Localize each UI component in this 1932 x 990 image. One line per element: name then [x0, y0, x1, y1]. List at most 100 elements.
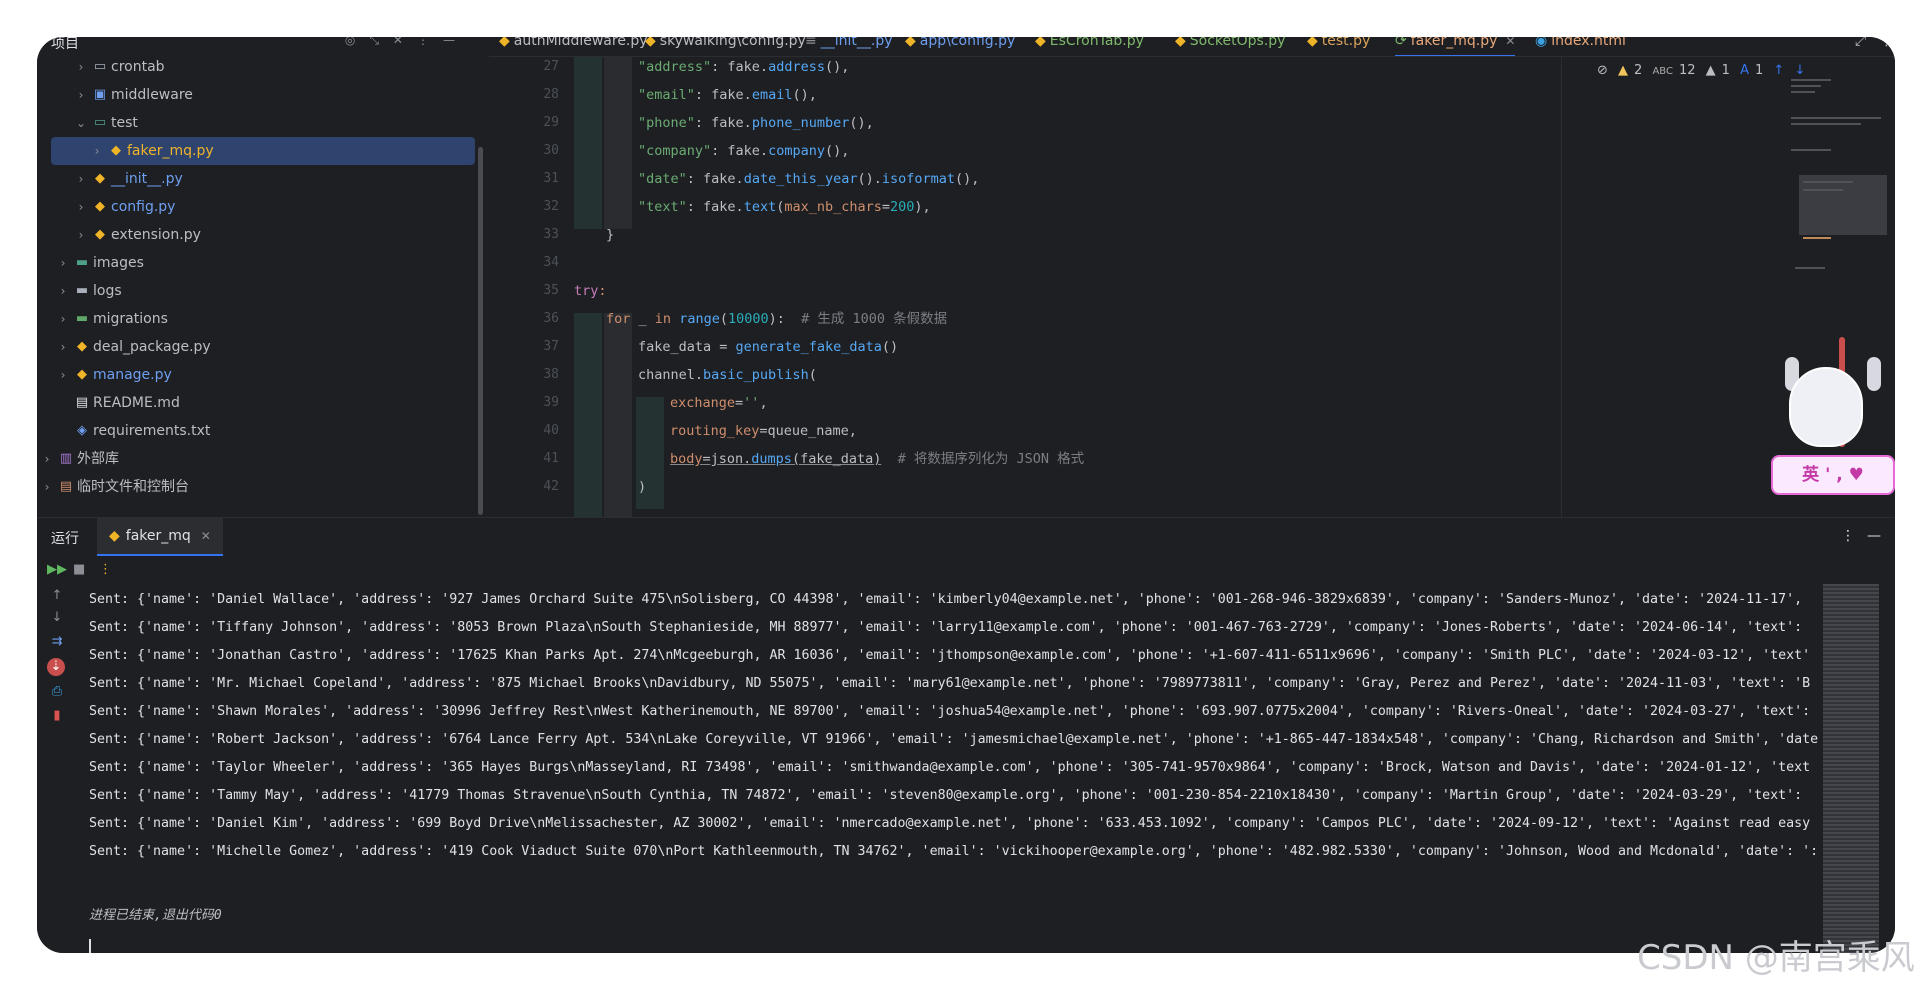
scroll-to-end-icon[interactable]: ⇣: [47, 658, 65, 676]
python-file-icon: ◆: [77, 367, 87, 382]
print-icon[interactable]: ⎙: [47, 684, 67, 699]
line-number: 31: [543, 171, 559, 186]
run-tab-faker-mq[interactable]: ◆ faker_mq ✕: [97, 518, 223, 556]
chevron-right-icon[interactable]: ›: [75, 221, 87, 249]
code-line-41: body=json.dumps(fake_data) # 将数据序列化为 JSO…: [670, 451, 1085, 467]
project-panel-title[interactable]: 项目: [51, 37, 79, 53]
folder-icon: ▬: [75, 311, 89, 326]
tree-item-label: 临时文件和控制台: [77, 479, 189, 495]
mascot-widget[interactable]: 英 ' , ♥: [1771, 357, 1895, 512]
tree-item-middleware[interactable]: › ▣ middleware: [37, 81, 477, 109]
chevron-right-icon[interactable]: ›: [41, 445, 53, 473]
line-number: 29: [543, 115, 559, 130]
info-icon: A: [1740, 63, 1749, 78]
tree-item-extension[interactable]: › ◆ extension.py: [37, 221, 477, 249]
minimap-line: [1803, 237, 1831, 239]
tree-item-deal-package[interactable]: › ◆ deal_package.py: [37, 333, 477, 361]
tab-app-config[interactable]: ◆ app\config.py: [905, 37, 1015, 56]
tree-item-logs[interactable]: › ▬ logs: [37, 277, 477, 305]
chevron-right-icon[interactable]: ›: [91, 137, 103, 165]
chevron-right-icon[interactable]: ›: [57, 305, 69, 333]
eye-off-icon[interactable]: ⊘: [1597, 63, 1608, 78]
tab-skywalking-config[interactable]: ◆ skywalking\config.py: [645, 37, 806, 56]
tree-item-test[interactable]: ⌄ ▭ test: [37, 109, 477, 137]
tab-init[interactable]: ≡ __init__.py: [805, 37, 893, 56]
weak-warning-count: 1: [1721, 63, 1730, 78]
code-area[interactable]: "address": fake.address(), "email": fake…: [574, 57, 1534, 517]
trash-icon[interactable]: ▮: [47, 708, 67, 723]
line-number: 30: [543, 143, 559, 158]
tabs-more-button[interactable]: ⤢ ⋮: [1855, 37, 1894, 56]
stop-icon[interactable]: ■: [73, 562, 85, 577]
chevron-right-icon[interactable]: ›: [75, 81, 87, 109]
chevron-right-icon[interactable]: ›: [57, 333, 69, 361]
minimize-icon[interactable]: —: [1867, 528, 1881, 544]
mascot-bubble[interactable]: 英 ' , ♥: [1771, 455, 1895, 495]
tree-scrollbar[interactable]: [478, 147, 483, 515]
package-icon: ▣: [93, 87, 107, 102]
close-icon[interactable]: ✕: [1505, 37, 1515, 48]
line-number: 28: [543, 87, 559, 102]
tree-item-label: config.py: [111, 199, 176, 215]
text-file-icon: ◈: [77, 423, 87, 438]
tab-auth-middleware[interactable]: ◆ authMiddleware.py: [499, 37, 648, 56]
close-icon[interactable]: ✕: [201, 529, 211, 543]
arrow-down-icon[interactable]: ↓: [1794, 63, 1805, 78]
tab-socketops[interactable]: ◆ SocketOps.py: [1175, 37, 1285, 56]
right-margin-guide: [1561, 57, 1562, 517]
soft-wrap-icon[interactable]: ⇉: [47, 634, 67, 649]
chevron-right-icon[interactable]: ›: [75, 193, 87, 221]
chevron-right-icon[interactable]: ›: [57, 277, 69, 305]
code-line-36: for _ in range(10000): # 生成 1000 条假数据: [606, 311, 948, 327]
tree-item-scratches[interactable]: › ▤ 临时文件和控制台: [37, 473, 477, 501]
tree-item-readme[interactable]: ▤ README.md: [37, 389, 477, 417]
chevron-right-icon[interactable]: ›: [75, 165, 87, 193]
more-options-icon[interactable]: ⋮: [1841, 528, 1855, 544]
code-line-32: "text": fake.text(max_nb_chars=200),: [638, 199, 931, 215]
console-line: Sent: {'name': 'Michelle Gomez', 'addres…: [89, 844, 1819, 859]
tab-label: __init__.py: [820, 37, 893, 49]
chevron-down-icon[interactable]: ⌄: [75, 109, 87, 137]
code-minimap[interactable]: [1789, 77, 1889, 277]
tab-index-html[interactable]: ◉ index.html: [1535, 37, 1626, 56]
tree-item-crontab[interactable]: › ▭ crontab: [37, 53, 477, 81]
editor-tabs: ◆ authMiddleware.py ◆ skywalking\config.py…: [489, 37, 1895, 57]
tree-item-manage[interactable]: › ◆ manage.py: [37, 361, 477, 389]
chevron-right-icon[interactable]: ›: [75, 53, 87, 81]
run-panel-title[interactable]: 运行: [51, 528, 79, 548]
tree-item-external-libs[interactable]: › ▥ 外部库: [37, 445, 477, 473]
python-file-icon: ◆: [905, 37, 916, 49]
horn-right: [1867, 357, 1881, 391]
line-number: 37: [543, 339, 559, 354]
inspection-widget[interactable]: ⊘ ▲ 2 ABC 12 ▲ 1 A1 ↑ ↓: [1597, 63, 1811, 83]
tab-test[interactable]: ◆ test.py: [1307, 37, 1370, 56]
chevron-right-icon[interactable]: ›: [57, 361, 69, 389]
chevron-right-icon[interactable]: ›: [41, 473, 53, 501]
markdown-file-icon: ▤: [75, 395, 89, 410]
code-editor[interactable]: 27 28 29 30 31 32 33 34 35 36 37 38 39 4…: [489, 57, 1895, 517]
more-options-icon[interactable]: ⋮: [99, 562, 112, 577]
tree-item-migrations[interactable]: › ▬ migrations: [37, 305, 477, 333]
tree-item-init[interactable]: › ◆ __init__.py: [37, 165, 477, 193]
arrow-up-icon[interactable]: ↑: [1773, 63, 1784, 78]
tree-item-images[interactable]: › ▬ images: [37, 249, 477, 277]
tab-label: index.html: [1551, 37, 1626, 49]
tree-item-faker-mq[interactable]: › ◆ faker_mq.py: [51, 137, 475, 165]
arrow-up-icon[interactable]: ↑: [47, 588, 67, 603]
console-scroll-strip[interactable]: [1823, 584, 1879, 953]
rerun-icon[interactable]: ▶▶: [47, 562, 67, 577]
arrow-down-icon[interactable]: ↓: [47, 610, 67, 625]
line-number: 41: [543, 451, 559, 466]
line-number: 32: [543, 199, 559, 214]
tree-item-config[interactable]: › ◆ config.py: [37, 193, 477, 221]
tab-escrontab[interactable]: ◆ EsCronTab.py: [1035, 37, 1144, 56]
console-output[interactable]: Sent: {'name': 'Daniel Wallace', 'addres…: [89, 584, 1857, 953]
tree-item-label: crontab: [111, 59, 165, 75]
warning-icon: ▲: [1618, 63, 1629, 78]
project-panel-tools[interactable]: ◎⤡✕⋮—: [345, 37, 469, 48]
tree-item-label: migrations: [93, 311, 168, 327]
tree-item-requirements[interactable]: ◈ requirements.txt: [37, 417, 477, 445]
chevron-right-icon[interactable]: ›: [57, 249, 69, 277]
tab-faker-mq[interactable]: ⟳ faker_mq.py ✕: [1395, 37, 1516, 56]
line-number: 36: [543, 311, 559, 326]
